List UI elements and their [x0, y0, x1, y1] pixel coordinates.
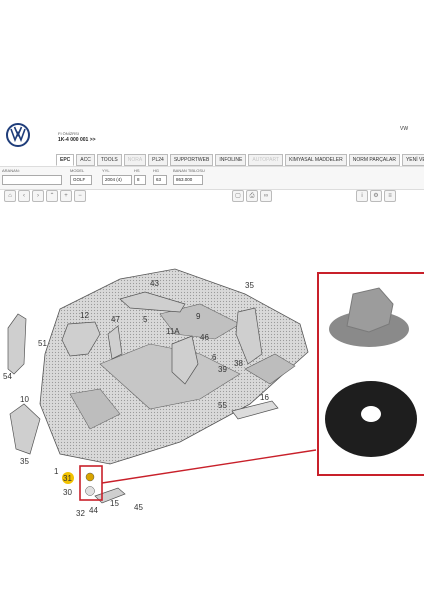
- tab-pl24[interactable]: PL24: [148, 154, 168, 166]
- diagram-toolbar: ⌂ ‹ › ⌃ + − ▢ ⎙ ∞ i ⚙ ≡: [0, 190, 424, 202]
- callout-10[interactable]: 10: [20, 395, 29, 404]
- callout-46[interactable]: 46: [200, 333, 209, 342]
- callout-32[interactable]: 32: [76, 509, 85, 518]
- callout-43[interactable]: 43: [150, 279, 159, 288]
- s-label: HS: [134, 168, 140, 173]
- link-icon[interactable]: ∞: [260, 190, 272, 202]
- callout-55[interactable]: 55: [218, 401, 227, 410]
- up-icon[interactable]: ⌃: [46, 190, 58, 202]
- callout-6[interactable]: 6: [212, 353, 217, 362]
- part-31-clip[interactable]: [85, 472, 95, 482]
- part-10[interactable]: [9, 403, 41, 455]
- tab-supportweb[interactable]: SUPPORTWEB: [169, 154, 214, 166]
- callout-30[interactable]: 30: [63, 488, 72, 497]
- catalog-number: 1K-4 000 001 >>: [58, 137, 96, 143]
- part-54[interactable]: [7, 313, 27, 375]
- g-label: HG: [153, 168, 159, 173]
- callout-38[interactable]: 38: [234, 359, 243, 368]
- callout-12[interactable]: 12: [80, 311, 89, 320]
- fastener-photo: [325, 287, 417, 457]
- epc-window: FI ÖNİZRSI 1K-4 000 001 >> VW EPC ACC TO…: [0, 118, 424, 518]
- tab-epc[interactable]: EPC: [56, 154, 75, 166]
- tab-infoline[interactable]: INFOLINE: [215, 154, 247, 166]
- g-select[interactable]: 63: [153, 175, 167, 185]
- home-icon[interactable]: ⌂: [4, 190, 16, 202]
- model-label: MODEL: [70, 168, 85, 173]
- callout-5[interactable]: 5: [143, 315, 148, 324]
- washer-hole-photo: [361, 406, 381, 422]
- print-icon[interactable]: ⎙: [246, 190, 258, 202]
- callout-39[interactable]: 39: [218, 365, 227, 374]
- tab-autopart[interactable]: AUTOPART: [248, 154, 284, 166]
- callout-15[interactable]: 15: [110, 499, 119, 508]
- s-select[interactable]: 8: [134, 175, 146, 185]
- search-label: ARANAN:: [2, 168, 20, 173]
- filter-bar: ARANAN: MODEL GOLF YYL 2004 (4) HS 8 HG …: [0, 166, 424, 190]
- main-group-field[interactable]: 863.000: [173, 175, 203, 185]
- brand-short: VW: [400, 126, 409, 132]
- part-30-washer[interactable]: [85, 486, 95, 496]
- list-icon[interactable]: ≡: [384, 190, 396, 202]
- callout-31[interactable]: 31: [63, 474, 72, 483]
- callout-54[interactable]: 54: [3, 372, 12, 381]
- main-group-label: BANAN TIBLOSU: [173, 168, 205, 173]
- clip-head-photo: [346, 287, 394, 333]
- settings-icon[interactable]: ⚙: [370, 190, 382, 202]
- part-photo-inset: [317, 272, 424, 476]
- tab-tools[interactable]: TOOLS: [96, 154, 122, 166]
- callout-44[interactable]: 44: [89, 506, 98, 515]
- year-label: YYL: [102, 168, 110, 173]
- callout-11a[interactable]: 11A: [166, 327, 180, 336]
- app-header: FI ÖNİZRSI 1K-4 000 001 >> VW: [0, 118, 424, 152]
- back-icon[interactable]: ‹: [18, 190, 30, 202]
- model-select[interactable]: GOLF: [70, 175, 92, 185]
- zoom-in-icon[interactable]: +: [60, 190, 72, 202]
- fit-icon[interactable]: ▢: [232, 190, 244, 202]
- tab-norm-parts[interactable]: NORM PARÇALAR: [348, 154, 400, 166]
- callout-35[interactable]: 35: [245, 281, 254, 290]
- forward-icon[interactable]: ›: [32, 190, 44, 202]
- callout-45[interactable]: 45: [134, 503, 143, 512]
- year-select[interactable]: 2004 (4): [102, 175, 132, 185]
- search-field[interactable]: [2, 175, 62, 185]
- callout-9[interactable]: 9: [196, 312, 201, 321]
- vw-logo-icon: [6, 123, 30, 147]
- callout-47[interactable]: 47: [111, 315, 120, 324]
- tab-chemicals[interactable]: KIMYASAL MADDELER: [285, 154, 347, 166]
- callout-51[interactable]: 51: [38, 339, 47, 348]
- tab-new-cancelled[interactable]: YENİ VE İPT: [401, 154, 424, 166]
- callout-16[interactable]: 16: [260, 393, 269, 402]
- tab-acc[interactable]: ACC: [76, 154, 95, 166]
- callout-35-bottom[interactable]: 35: [20, 457, 29, 466]
- callout-1[interactable]: 1: [54, 467, 59, 476]
- tab-bar: EPC ACC TOOLS NORA PL24 SUPPORTWEB INFOL…: [56, 154, 424, 166]
- info-icon[interactable]: i: [356, 190, 368, 202]
- catalog-caption: FI ÖNİZRSI: [58, 131, 79, 136]
- zoom-out-icon[interactable]: −: [74, 190, 86, 202]
- tab-nora[interactable]: NORA: [123, 154, 147, 166]
